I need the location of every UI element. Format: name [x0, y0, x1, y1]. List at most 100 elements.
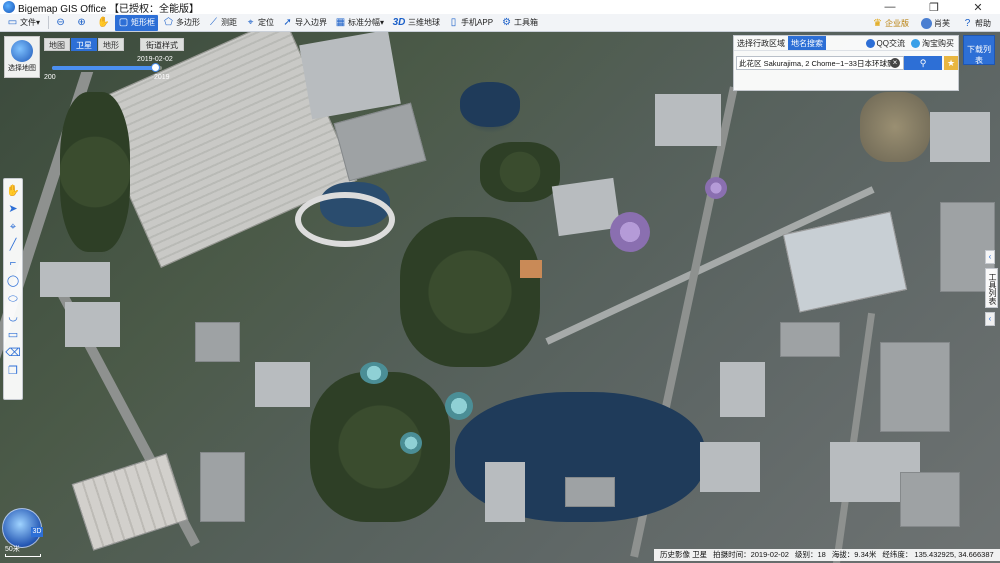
- line-tool-button[interactable]: ╱: [5, 236, 21, 254]
- map-trees: [860, 92, 930, 162]
- map-building: [299, 32, 401, 120]
- mini-3d-button[interactable]: 3D: [31, 527, 43, 537]
- timeline-start-year: 200: [44, 74, 56, 81]
- measure-label: 测距: [221, 18, 238, 27]
- map-building: [880, 342, 950, 432]
- location-pin-icon: ⌖: [247, 17, 254, 28]
- circle-tool-button[interactable]: ◯: [5, 272, 21, 290]
- rectangle-select-button[interactable]: ▢ 矩形框: [115, 14, 159, 31]
- map-building: [520, 260, 542, 278]
- select-map-button[interactable]: 选择地图: [4, 36, 40, 78]
- hand-pan-icon: ✋: [97, 17, 110, 28]
- ellipse-tool-button[interactable]: ⬭: [5, 290, 21, 308]
- satellite-map[interactable]: [0, 32, 1000, 563]
- map-building: [780, 322, 840, 357]
- map-attraction: [705, 177, 727, 199]
- main-toolbar: ▭ 文件 ▾ ⊖ ⊕ ✋ ▢ 矩形框 ⬠ 多边形 ⟋ 测距 ⌖ 定位 ➚ 导入边界 ▦ 标准分幅…: [0, 14, 1000, 32]
- gear-icon: ⚙: [502, 17, 512, 28]
- zoom-in-button[interactable]: ⊕: [73, 15, 92, 31]
- import-boundary-icon: ➚: [283, 17, 292, 28]
- standard-sheet-label: 标准分幅: [348, 18, 381, 27]
- copy-tool-button[interactable]: ❐: [5, 362, 21, 380]
- import-boundary-button[interactable]: ➚ 导入边界: [279, 15, 330, 31]
- tab-admin-region[interactable]: 选择行政区域: [734, 36, 788, 50]
- map-building: [485, 462, 525, 522]
- pan-button[interactable]: ✋: [94, 15, 113, 31]
- place-search-input[interactable]: [736, 56, 904, 70]
- 3d-icon: 3D: [392, 17, 406, 28]
- drawing-tool-rail: ✋ ➤ ⌖ ╱ ⌐ ◯ ⬭ ◡ ▭ ⌫ ❐: [3, 178, 23, 400]
- map-building: [720, 362, 765, 417]
- map-building: [71, 453, 189, 551]
- clear-search-icon[interactable]: ×: [890, 58, 900, 68]
- tab-place-search[interactable]: 地名搜索: [788, 36, 826, 50]
- search-button[interactable]: ⚲: [904, 56, 942, 70]
- 3d-earth-button[interactable]: 3D 三维地球: [389, 15, 443, 31]
- phone-icon: ▯: [450, 17, 457, 28]
- locate-label: 定位: [258, 18, 275, 27]
- street-style-button[interactable]: 街道样式: [140, 38, 184, 51]
- tab-satellite[interactable]: 卫星: [71, 38, 97, 51]
- collapse-left-arrow-icon[interactable]: ‹: [985, 250, 995, 264]
- enterprise-button[interactable]: ♛ 企业版: [869, 15, 912, 31]
- history-timeline: 2019-02-02 200 2019: [44, 56, 184, 81]
- polygon-button[interactable]: ⬠ 多边形: [160, 15, 203, 31]
- avatar: [921, 17, 932, 29]
- toolbox-label: 工具箱: [514, 18, 539, 27]
- map-trees: [310, 372, 450, 522]
- pointer-tool-button[interactable]: ➤: [5, 200, 21, 218]
- polygon-icon: ⬠: [164, 17, 173, 28]
- zoom-out-button[interactable]: ⊖: [52, 15, 71, 31]
- map-trees: [480, 142, 560, 202]
- download-list-button[interactable]: 下载列表: [963, 35, 995, 65]
- timeline-handle[interactable]: [151, 63, 161, 72]
- map-building: [295, 192, 395, 247]
- map-building: [930, 112, 990, 162]
- polyline-tool-button[interactable]: ⌐: [5, 254, 21, 272]
- toolbox-button[interactable]: ⚙ 工具箱: [498, 15, 541, 31]
- crown-icon: ♛: [873, 17, 882, 29]
- tool-list-button[interactable]: 工具列表: [985, 268, 998, 308]
- map-attraction: [360, 362, 388, 384]
- collapse-right-arrow-icon[interactable]: ‹: [985, 312, 995, 326]
- taobao-link[interactable]: 淘宝购买: [911, 37, 954, 50]
- mobile-app-button[interactable]: ▯ 手机APP: [445, 15, 496, 31]
- help-label: 帮助: [975, 18, 991, 28]
- maximize-button[interactable]: ❐: [912, 0, 956, 14]
- map-trees: [60, 92, 130, 252]
- scale-label: 50米: [5, 546, 20, 553]
- rectangle-tool-button[interactable]: ▭: [5, 326, 21, 344]
- folder-icon: ▭: [7, 17, 18, 28]
- locate-button[interactable]: ⌖ 定位: [242, 15, 277, 31]
- status-shot-time: 拍摄时间：2019-02-02: [713, 550, 789, 559]
- marker-tool-button[interactable]: ⌖: [5, 218, 21, 236]
- close-button[interactable]: ✕: [956, 0, 1000, 14]
- enterprise-label: 企业版: [885, 18, 909, 28]
- rectangle-select-icon: ▢: [118, 17, 129, 28]
- qq-link[interactable]: QQ交流: [865, 37, 905, 50]
- arc-tool-button[interactable]: ◡: [5, 308, 21, 326]
- tab-map[interactable]: 地图: [44, 38, 70, 51]
- measure-button[interactable]: ⟋ 测距: [205, 15, 240, 31]
- standard-sheet-button[interactable]: ▦ 标准分幅 ▾: [332, 15, 387, 31]
- file-menu-button[interactable]: ▭ 文件 ▾: [4, 15, 43, 31]
- polygon-label: 多边形: [176, 18, 201, 27]
- map-building: [195, 322, 240, 362]
- taobao-link-label: 淘宝购买: [922, 39, 954, 48]
- hand-tool-button[interactable]: ✋: [5, 182, 21, 200]
- scale-bar: [5, 554, 41, 557]
- status-layer: 历史影像 卫星: [660, 550, 708, 559]
- import-boundary-label: 导入边界: [295, 18, 328, 27]
- minimize-button[interactable]: —: [868, 0, 912, 14]
- help-button[interactable]: ? 帮助: [959, 15, 994, 31]
- map-water: [460, 82, 520, 127]
- favorite-button[interactable]: ★: [944, 56, 958, 70]
- timeline-fill: [52, 66, 156, 70]
- tab-terrain[interactable]: 地形: [98, 38, 124, 51]
- eraser-tool-button[interactable]: ⌫: [5, 344, 21, 362]
- map-type-tabs: 地图 卫星 地形: [44, 38, 125, 51]
- map-building: [200, 452, 245, 522]
- map-attraction: [400, 432, 422, 454]
- zoom-in-icon: ⊕: [77, 17, 86, 28]
- user-button[interactable]: 肖芙: [918, 15, 953, 31]
